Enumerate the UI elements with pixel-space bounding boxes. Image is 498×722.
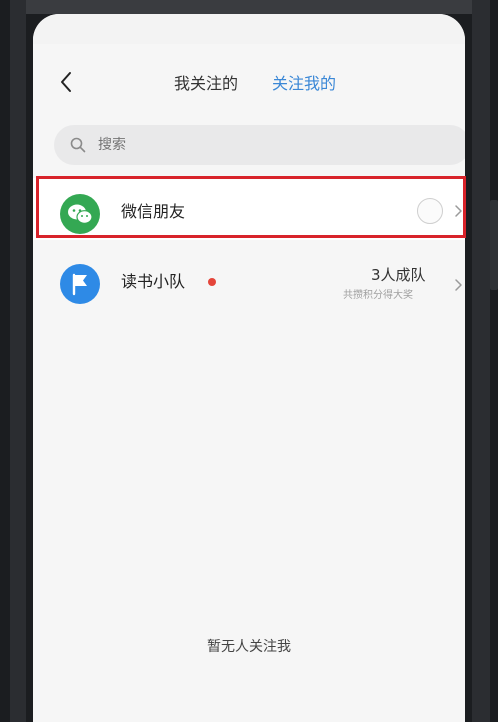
search-input[interactable]	[98, 125, 438, 165]
phone-bezel-right	[472, 0, 490, 722]
tab-bar: 我关注的 关注我的	[33, 70, 465, 98]
wechat-icon	[60, 194, 100, 234]
team-reward-subtext: 共攒积分得大奖	[343, 290, 413, 301]
status-bar	[33, 14, 465, 44]
select-circle-toggle[interactable]	[417, 198, 443, 224]
phone-frame: 我关注的 关注我的 微信朋友	[0, 0, 498, 722]
notification-dot	[208, 278, 216, 286]
search-bar[interactable]	[54, 125, 465, 165]
phone-side-button	[490, 200, 498, 290]
wechat-friends-label: 微信朋友	[121, 202, 186, 221]
empty-state-text: 暂无人关注我	[207, 639, 291, 655]
phone-top-bar	[26, 0, 472, 14]
chevron-right-icon	[453, 203, 463, 217]
reading-team-label: 读书小队	[121, 272, 186, 291]
search-icon	[70, 137, 86, 153]
app-screen: 我关注的 关注我的 微信朋友	[33, 14, 465, 722]
tab-following[interactable]: 我关注的	[174, 70, 238, 98]
team-count-text: 3人成队	[371, 266, 426, 284]
phone-bezel-left	[10, 0, 26, 722]
chevron-right-icon	[453, 277, 463, 291]
flag-icon	[60, 264, 100, 304]
tab-followers[interactable]: 关注我的	[272, 70, 336, 98]
